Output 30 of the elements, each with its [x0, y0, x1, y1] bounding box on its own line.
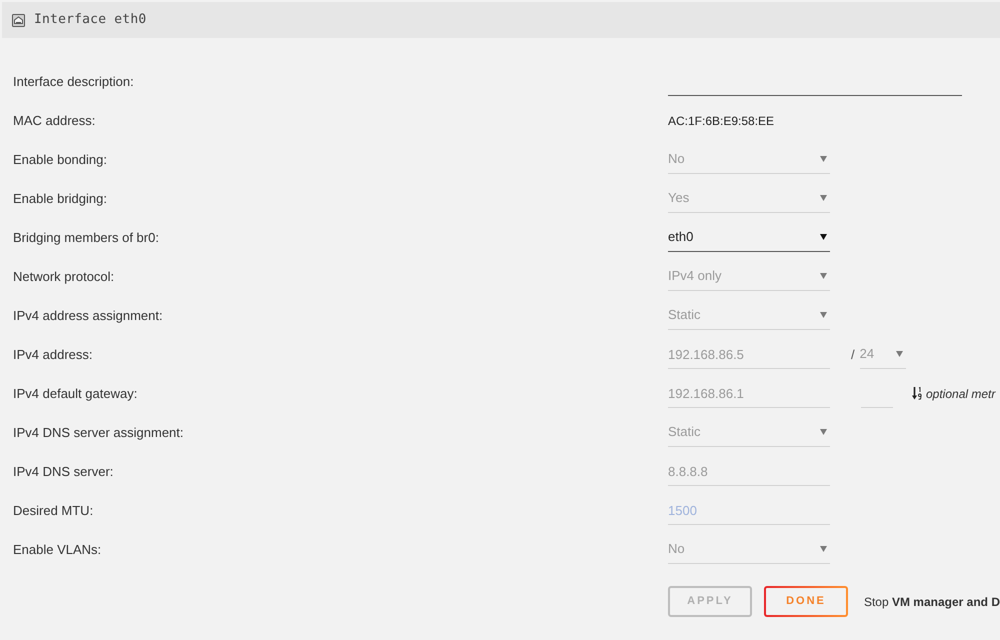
field-label: Interface description:: [12, 72, 135, 91]
field-label: IPv4 DNS server:: [12, 462, 114, 481]
field-value: AC:1F:6B:E9:58:EE: [668, 112, 774, 130]
done-button[interactable]: DONE: [764, 586, 848, 617]
caret-icon: [896, 351, 903, 357]
field-label: MAC address:: [12, 112, 96, 130]
caret-icon: [820, 195, 827, 201]
field-label: Desired MTU:: [12, 502, 94, 520]
field-label: IPv4 default gateway:: [12, 384, 138, 403]
caret-icon: [820, 429, 827, 435]
field-label: Enable bonding:: [12, 150, 108, 169]
caret-icon: [820, 546, 827, 552]
sort-icon: [912, 387, 922, 400]
caret-icon: [820, 312, 827, 318]
field-label: Enable bridging:: [12, 190, 108, 208]
caret-icon: [820, 156, 827, 162]
field-label: Enable VLANs:: [12, 540, 102, 559]
caret-icon: [820, 273, 827, 279]
metric-hint-text: optional metr: [926, 386, 996, 402]
port-icon: [12, 14, 25, 26]
field-label: IPv4 address:: [12, 346, 94, 364]
field-label: Network protocol:: [12, 268, 116, 286]
panel-title: Interface eth0: [34, 11, 146, 30]
field-label: IPv4 address assignment:: [12, 306, 164, 325]
separator-text: /: [851, 346, 855, 364]
field-label: IPv4 DNS server assignment:: [12, 424, 185, 442]
select-field[interactable]: eth0: [668, 224, 830, 252]
stop-notice-text: Stop VM manager and D: [864, 594, 1000, 610]
field-label: Bridging members of br0:: [12, 228, 160, 247]
caret-icon: [820, 234, 827, 240]
